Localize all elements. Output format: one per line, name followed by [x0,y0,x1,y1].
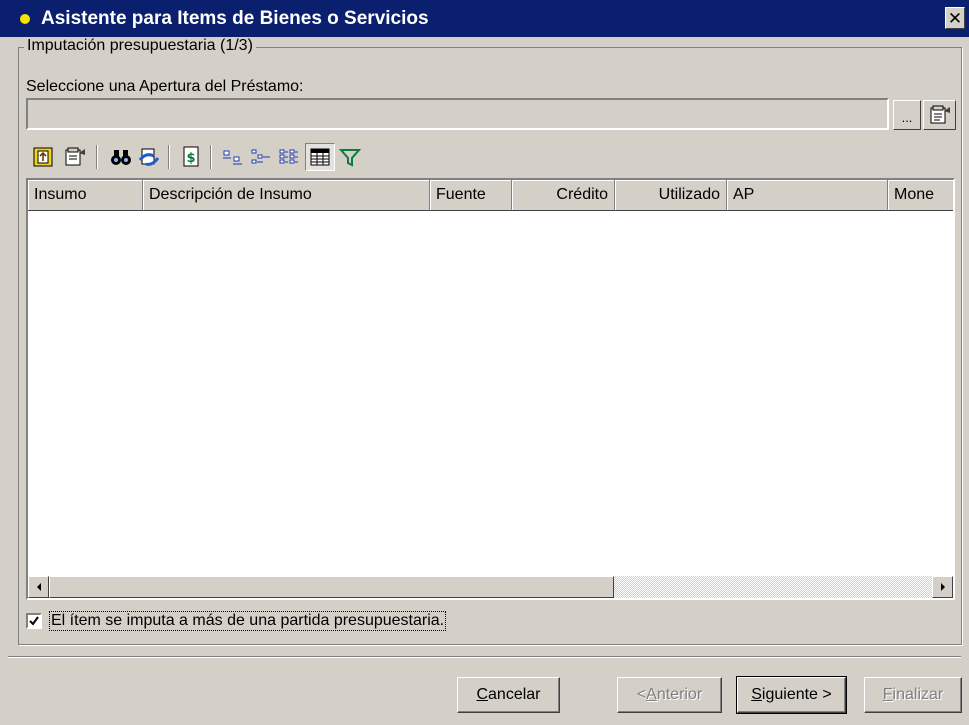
multi-partida-label[interactable]: El ítem se imputa a más de una partida p… [49,611,447,631]
scroll-right-button[interactable] [932,576,953,598]
recalculate-button[interactable]: $ [178,143,204,171]
next-accesskey: S [751,686,762,703]
scroll-track[interactable] [614,576,932,598]
view-list-button[interactable] [248,143,274,171]
view-list-icon [251,149,270,164]
view-grid-icon [310,148,330,166]
column-header[interactable]: Fuente [430,180,512,211]
toolbar-separator [96,145,98,169]
details-icon [33,147,53,167]
arrow-right-icon [940,583,945,591]
view-details-icon [279,149,298,164]
toolbar-separator [210,145,212,169]
scroll-left-button[interactable] [28,576,49,598]
close-button[interactable]: ✕ [945,7,965,29]
multi-partida-option[interactable]: El ítem se imputa a más de una partida p… [26,611,447,631]
back-arrow: < [636,686,647,703]
back-label: nterior [656,686,703,703]
view-details-button[interactable] [276,143,302,171]
title-bar: Asistente para Items de Bienes o Servici… [0,0,969,37]
column-header[interactable]: Descripción de Insumo [143,180,430,211]
column-header[interactable]: Insumo [28,180,143,211]
checkmark-icon [29,616,39,626]
horizontal-scrollbar[interactable] [28,576,953,598]
details-button[interactable] [30,143,56,171]
properties-icon [65,147,85,166]
cancel-label: ancelar [488,686,541,703]
back-accesskey: A [646,686,657,703]
finish-button[interactable]: Finalizar [864,677,962,713]
back-button[interactable]: < Anterior [617,677,722,713]
browse-apertura-button[interactable]: ... [893,100,921,130]
properties-icon [930,105,950,124]
finish-label: inalizar [892,686,944,703]
filter-icon [339,149,361,167]
column-header[interactable]: Crédito [512,180,615,211]
next-button[interactable]: Siguiente > [736,676,847,714]
apertura-label: Seleccione una Apertura del Préstamo: [26,78,304,95]
footer-separator [8,656,961,658]
refresh-data-button[interactable] [136,143,162,171]
cancel-button[interactable]: Cancelar [457,677,560,713]
finish-accesskey: F [882,686,893,703]
find-button[interactable] [108,143,134,171]
cancel-accesskey: C [476,686,489,703]
window-title: Asistente para Items de Bienes o Servici… [41,7,429,29]
insumos-grid[interactable]: Insumo Descripción de Insumo Fuente Créd… [26,178,955,600]
column-header[interactable]: Mone [888,180,953,211]
scroll-thumb[interactable] [49,576,614,598]
multi-partida-checkbox[interactable] [26,613,42,629]
view-grid-button[interactable] [305,143,335,171]
grid-toolbar: $ [30,143,530,173]
column-header[interactable]: AP [727,180,888,211]
recalculate-icon: $ [183,146,199,167]
close-icon: ✕ [947,8,963,28]
view-small-icons-button[interactable] [220,143,246,171]
refresh-data-icon [138,148,160,166]
properties-button[interactable] [62,143,88,171]
window-status-dot-icon [20,13,30,24]
apertura-properties-button[interactable] [923,100,956,130]
ellipsis-label: ... [901,110,913,125]
grid-header: Insumo Descripción de Insumo Fuente Créd… [28,180,953,211]
svg-text:$: $ [186,151,195,166]
find-icon [111,150,131,165]
column-header[interactable]: Utilizado [615,180,727,211]
toolbar-separator [168,145,170,169]
apertura-field[interactable] [26,98,889,130]
view-small-icons-icon [223,150,242,165]
next-label: iguiente > [761,686,832,703]
filter-button[interactable] [337,143,363,171]
arrow-left-icon [36,583,41,591]
group-legend: Imputación presupuestaria (1/3) [24,37,256,55]
